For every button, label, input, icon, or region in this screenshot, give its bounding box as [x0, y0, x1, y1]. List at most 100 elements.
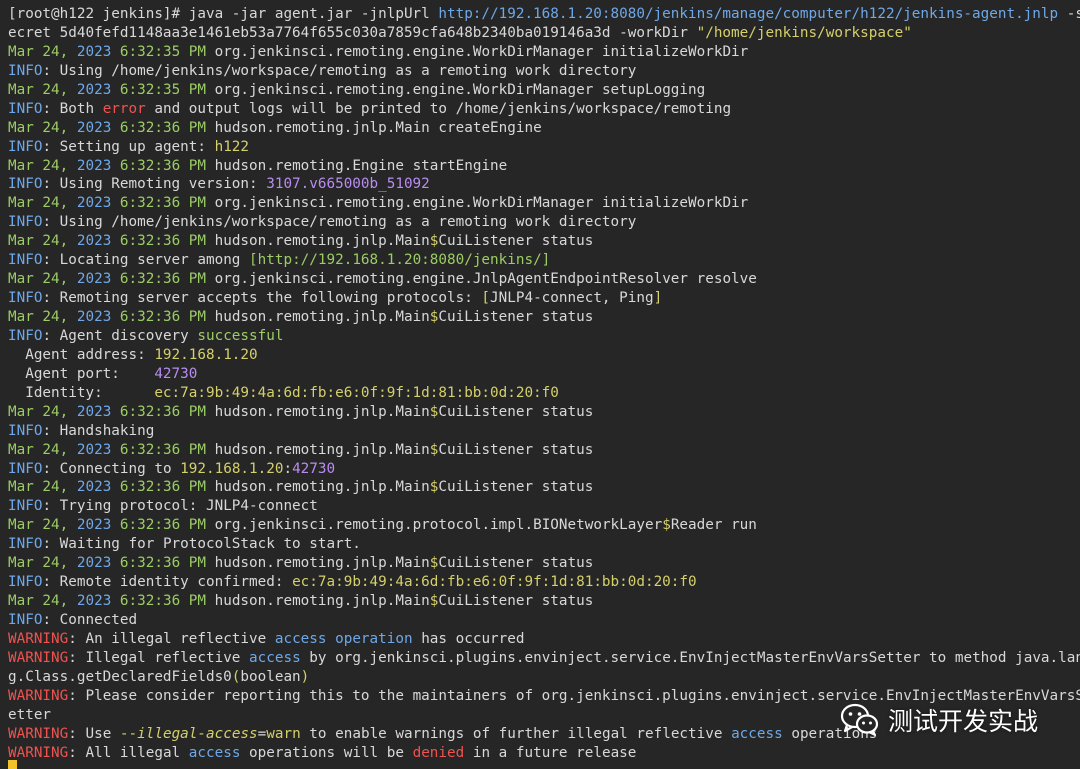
terminal-text: 6:32:36 PM [111, 271, 206, 288]
terminal-text: access operation [274, 630, 413, 647]
terminal-text: : Using Remoting version: [42, 176, 267, 193]
terminal-text: hudson.remoting.jnlp.Main [206, 309, 430, 325]
terminal-line: INFO: Using Remoting version: 3107.v6650… [8, 175, 1080, 194]
terminal-text: Identity: [8, 384, 155, 401]
terminal-text: 6:32:36 PM [111, 555, 206, 572]
terminal-line: Mar 24, 2023 6:32:35 PM org.jenkinsci.re… [8, 81, 1080, 100]
terminal-text: : Using /home/jenkins/workspace/remoting… [42, 214, 637, 231]
terminal-text: etter [8, 706, 52, 723]
terminal-text: CuiListener status [438, 403, 594, 420]
terminal-line: Mar 24, 2023 6:32:35 PM org.jenkinsci.re… [8, 43, 1080, 62]
terminal-text: warn [266, 725, 301, 742]
terminal-text: 42730 [154, 365, 198, 382]
terminal-line: Mar 24, 2023 6:32:36 PM hudson.remoting.… [8, 232, 1080, 251]
terminal-line: [root@h122 jenkins]# java -jar agent.jar… [8, 5, 1080, 24]
terminal-text: g.Class.getDeclaredFields0 [8, 668, 232, 685]
terminal-text: : Connecting to [42, 460, 181, 477]
terminal-line: INFO: Agent discovery successful [8, 327, 1080, 346]
terminal-text: Mar 24, [8, 43, 77, 60]
terminal-text: $ [662, 517, 671, 534]
terminal-text: Agent port: [8, 365, 155, 382]
terminal-text: INFO [8, 100, 43, 117]
terminal-text: Mar 24, [8, 157, 77, 174]
wechat-icon [840, 703, 879, 736]
terminal-text: error [102, 100, 146, 117]
terminal-text: INFO [8, 290, 43, 307]
terminal-text: WARNING [8, 687, 69, 704]
terminal-text: hudson.remoting.jnlp.Main [206, 555, 430, 572]
terminal-line: Mar 24, 2023 6:32:36 PM hudson.remoting.… [8, 554, 1080, 573]
terminal-text: WARNING [8, 630, 69, 647]
terminal-text: ) [300, 668, 310, 685]
terminal-line: Mar 24, 2023 6:32:36 PM org.jenkinsci.re… [8, 194, 1080, 213]
terminal-text: Mar 24, [8, 233, 77, 250]
terminal-text: 2023 [76, 309, 112, 325]
terminal-text: : Both [42, 100, 103, 117]
terminal-text: [root@h122 jenkins]# java -jar agent.jar… [8, 6, 439, 22]
terminal-cursor [8, 760, 17, 769]
terminal-text: : Connected [42, 612, 138, 628]
terminal-text: CuiListener status [438, 593, 594, 610]
terminal-text: org.jenkinsci.remoting.engine.WorkDirMan… [206, 81, 706, 98]
terminal-text: and output logs will be printed to /home… [145, 100, 732, 117]
terminal-text: Mar 24, [8, 517, 77, 534]
terminal-text: org.jenkinsci.remoting.engine.WorkDirMan… [206, 43, 749, 60]
terminal-text: 6:32:36 PM [111, 233, 206, 250]
terminal-text: "/home/jenkins/workspace" [696, 24, 912, 41]
terminal-text: hudson.remoting.jnlp.Main [206, 403, 430, 420]
terminal-text: 2023 [76, 555, 112, 572]
terminal-line: INFO: Trying protocol: JNLP4-connect [8, 497, 1080, 516]
terminal-text: to enable warnings of further illegal re… [300, 725, 732, 742]
terminal-text: : An illegal reflective [68, 630, 275, 647]
terminal-text: : Waiting for ProtocolStack to start. [42, 536, 361, 553]
terminal-text: WARNING [8, 725, 69, 742]
terminal-text: 6:32:36 PM [111, 403, 206, 420]
terminal-output[interactable]: [root@h122 jenkins]# java -jar agent.jar… [8, 5, 1080, 769]
terminal-text: : [283, 460, 293, 477]
terminal-text: Reader run [670, 517, 757, 534]
terminal-line: WARNING: An illegal reflective access op… [8, 630, 1080, 649]
terminal-text: 6:32:35 PM [111, 43, 206, 60]
terminal-text: -s [1066, 6, 1080, 22]
terminal-line: ecret 5d40fefd1148aa3e1461eb53a7764f655c… [8, 24, 1080, 43]
terminal-text: : Remoting server accepts the following … [42, 290, 482, 307]
terminal-text: hudson.remoting.jnlp.Main [206, 479, 430, 496]
terminal-text: Mar 24, [8, 119, 77, 136]
terminal-line: INFO: Connected [8, 611, 1080, 630]
terminal-text: INFO [8, 460, 43, 477]
terminal-line: Agent port: 42730 [8, 365, 1080, 384]
terminal-text: Agent address: [8, 346, 155, 363]
terminal-text: INFO [8, 214, 43, 231]
terminal-text: hudson.remoting.Engine startEngine [206, 157, 508, 174]
terminal-line: INFO: Remote identity confirmed: ec:7a:9… [8, 573, 1080, 592]
terminal-text: by org.jenkinsci.plugins.envinject.servi… [300, 649, 1080, 666]
watermark-text: 测试开发实战 [888, 707, 1039, 736]
terminal-text: INFO [8, 327, 43, 344]
terminal-text: http://192.168.1.20:8080/jenkins/manage/… [438, 6, 1059, 22]
terminal-text: org.jenkinsci.remoting.engine.JnlpAgentE… [206, 271, 757, 288]
terminal-text: 3107.v665000b_51092 [266, 176, 430, 193]
terminal-text: ec:7a:9b:49:4a:6d:fb:e6:0f:9f:1d:81:bb:0… [292, 574, 697, 591]
terminal-line: Mar 24, 2023 6:32:36 PM hudson.remoting.… [8, 119, 1080, 138]
terminal-text: : Illegal reflective [68, 649, 250, 666]
terminal-text: 6:32:35 PM [111, 81, 206, 98]
terminal-text: Mar 24, [8, 593, 77, 610]
terminal-line: INFO: Handshaking [8, 422, 1080, 441]
terminal-text: CuiListener status [438, 309, 594, 325]
terminal-text: [http://192.168.1.20:8080/jenkins/] [249, 252, 551, 269]
terminal-text: 2023 [76, 81, 112, 98]
terminal-text: Mar 24, [8, 441, 77, 458]
terminal-text: Mar 24, [8, 271, 77, 288]
terminal-text: INFO [8, 422, 43, 439]
terminal-text: : Trying protocol: JNLP4-connect [42, 498, 318, 515]
terminal-text: Mar 24, [8, 309, 77, 325]
terminal-text: access [249, 649, 301, 666]
terminal-text: JNLP4-connect, Ping [490, 290, 654, 307]
terminal-line: Mar 24, 2023 6:32:36 PM org.jenkinsci.re… [8, 516, 1080, 535]
terminal-text: 2023 [76, 517, 112, 534]
terminal-text: 6:32:36 PM [111, 195, 206, 212]
terminal-text: 6:32:36 PM [111, 119, 206, 136]
terminal-line: INFO: Remoting server accepts the follow… [8, 289, 1080, 308]
terminal-line: WARNING: All illegal access operations w… [8, 744, 1080, 763]
terminal-text: ] [653, 290, 663, 307]
